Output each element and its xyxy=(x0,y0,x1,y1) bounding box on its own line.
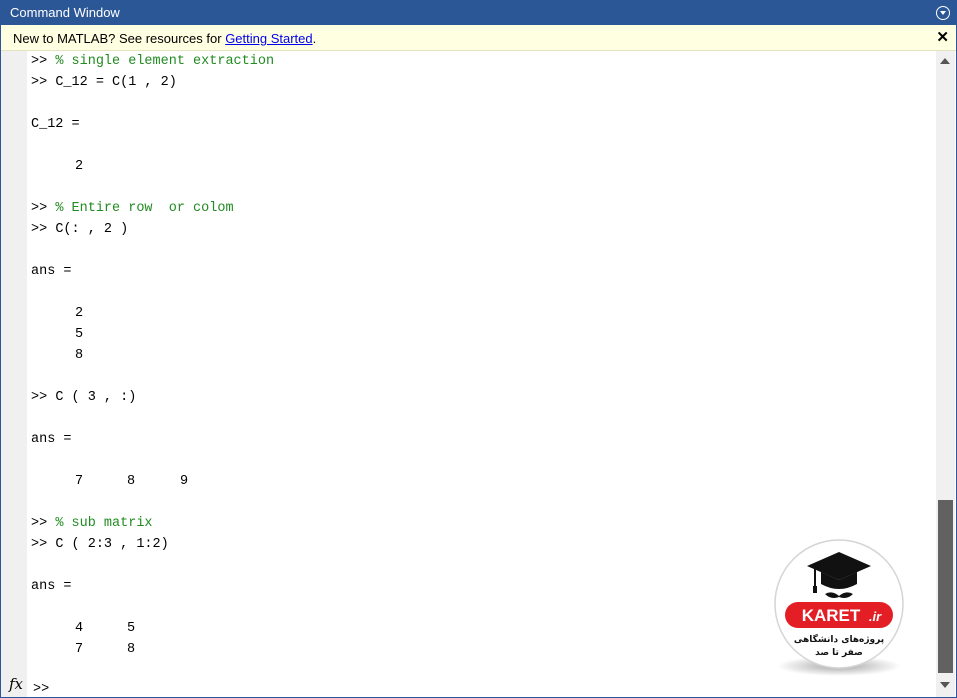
banner-text: New to MATLAB? See resources for xyxy=(13,31,226,46)
brand-text: KARET xyxy=(802,606,861,625)
comment-text: % Entire row or colom xyxy=(55,201,234,216)
prompt: >> xyxy=(31,537,48,552)
window-menu-icon[interactable] xyxy=(936,6,950,20)
command-text: C ( 3 , :) xyxy=(55,390,137,405)
gutter xyxy=(1,51,27,697)
brand-suffix: .ir xyxy=(869,609,882,624)
console-line: >> % sub matrix xyxy=(31,513,153,534)
close-icon[interactable]: ✕ xyxy=(936,28,949,46)
console-line: >> % Entire row or colom xyxy=(31,198,234,219)
output-value: 5 xyxy=(127,621,136,636)
function-browser-icon[interactable]: fx xyxy=(9,675,23,693)
prompt: >> xyxy=(31,201,48,216)
command-window: Command Window New to MATLAB? See resour… xyxy=(0,0,957,698)
command-text: C(: , 2 ) xyxy=(55,222,129,237)
output-value: 7 xyxy=(75,642,84,657)
karet-logo: KARET .ir پروژه‌های دانشگاهی صفر تا صد xyxy=(774,539,904,676)
console-line: >> C ( 3 , :) xyxy=(31,387,136,408)
command-text: C_12 = C(1 , 2) xyxy=(55,75,177,90)
command-text: C ( 2:3 , 1:2) xyxy=(55,537,169,552)
output-var-label: ans = xyxy=(31,579,72,594)
comment-text: % sub matrix xyxy=(55,516,153,531)
getting-started-link[interactable]: Getting Started xyxy=(225,31,312,46)
output-var-label: C_12 = xyxy=(31,117,80,132)
output-value: 8 xyxy=(127,474,136,489)
info-banner: New to MATLAB? See resources for Getting… xyxy=(1,25,956,51)
tagline-line1: پروژه‌های دانشگاهی xyxy=(794,633,884,645)
output-value: 8 xyxy=(75,348,84,363)
output-var-label: ans = xyxy=(31,264,72,279)
prompt: >> xyxy=(31,390,48,405)
scroll-up-icon[interactable] xyxy=(940,58,950,64)
output-var-label: ans = xyxy=(31,432,72,447)
title-bar: Command Window xyxy=(1,1,956,25)
scroll-down-icon[interactable] xyxy=(940,682,950,688)
output-value: 7 xyxy=(75,474,84,489)
console-line: >> C ( 2:3 , 1:2) xyxy=(31,534,169,555)
output-value: 2 xyxy=(75,306,84,321)
current-prompt[interactable]: >> xyxy=(33,682,49,697)
tagline-line2: صفر تا صد xyxy=(815,648,863,658)
prompt: >> xyxy=(31,75,48,90)
output-value: 8 xyxy=(127,642,136,657)
vertical-scrollbar[interactable] xyxy=(936,51,955,697)
console-line: >> C_12 = C(1 , 2) xyxy=(31,72,177,93)
banner-message: New to MATLAB? See resources for Getting… xyxy=(13,31,316,46)
console-line: >> % single element extraction xyxy=(31,51,274,72)
output-value: 9 xyxy=(180,474,189,489)
prompt: >> xyxy=(31,222,48,237)
window-title: Command Window xyxy=(10,5,120,20)
output-value: 4 xyxy=(75,621,84,636)
prompt: >> xyxy=(31,516,48,531)
output-value: 5 xyxy=(75,327,84,342)
prompt: >> xyxy=(31,54,48,69)
scroll-thumb[interactable] xyxy=(938,500,953,673)
output-value: 2 xyxy=(75,159,84,174)
console-line: >> C(: , 2 ) xyxy=(31,219,128,240)
comment-text: % single element extraction xyxy=(55,54,275,69)
banner-text-end: . xyxy=(312,31,317,46)
